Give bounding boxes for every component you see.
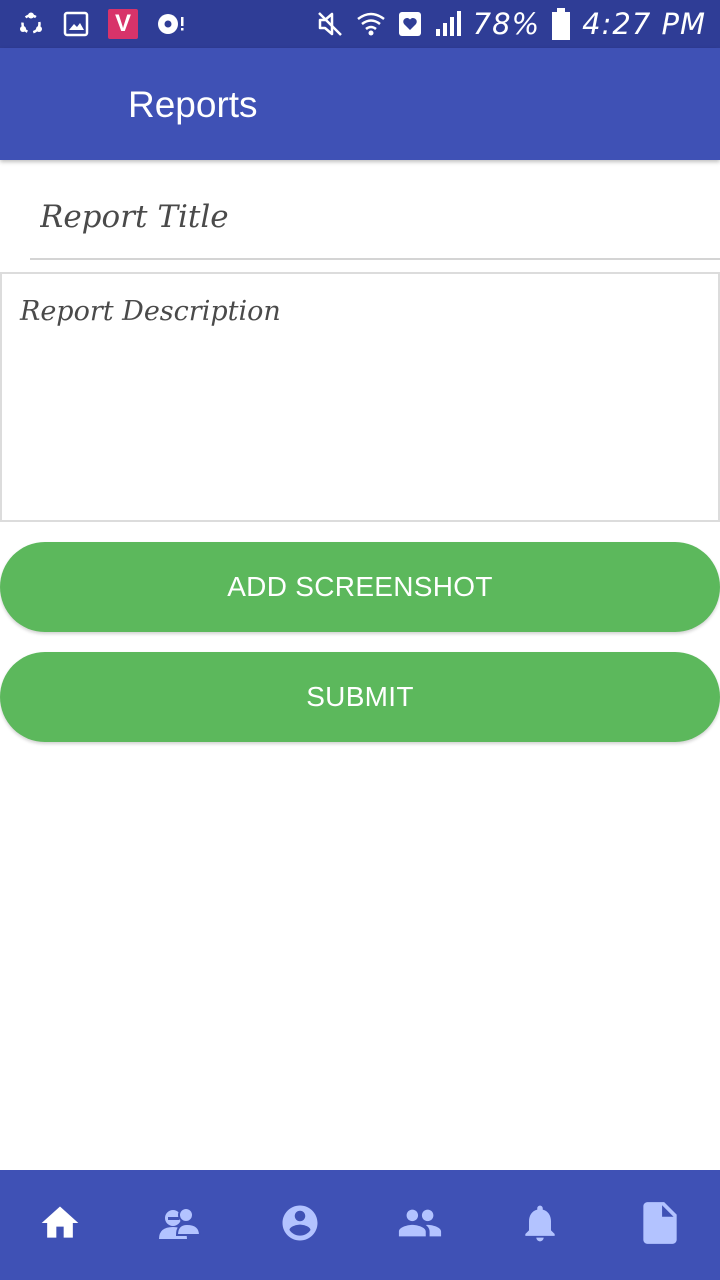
home-icon xyxy=(38,1201,82,1250)
add-screenshot-button[interactable]: ADD SCREENSHOT xyxy=(0,542,720,632)
bell-icon xyxy=(518,1201,562,1250)
media-record-icon xyxy=(156,11,186,37)
nav-item-profile[interactable] xyxy=(250,1175,350,1275)
wifi-icon xyxy=(355,9,387,39)
vidmate-icon: V xyxy=(108,9,138,39)
profile-icon xyxy=(279,1202,321,1249)
share-icon xyxy=(18,11,44,37)
report-description-input[interactable] xyxy=(0,272,720,522)
page-title: Reports xyxy=(128,84,258,125)
nav-item-notifications[interactable] xyxy=(490,1175,590,1275)
nav-item-reports[interactable] xyxy=(610,1175,710,1275)
gallery-icon xyxy=(62,10,90,38)
submit-button[interactable]: SUBMIT xyxy=(0,652,720,742)
signal-icon xyxy=(433,9,463,39)
document-icon xyxy=(635,1197,685,1254)
nav-item-chat-people[interactable] xyxy=(130,1175,230,1275)
clock: 4:27 PM xyxy=(582,7,706,41)
heart-box-icon xyxy=(397,10,423,38)
group-icon xyxy=(397,1200,443,1251)
app-bar: Reports xyxy=(0,48,720,160)
chat-people-icon xyxy=(157,1203,203,1248)
nav-item-group[interactable] xyxy=(370,1175,470,1275)
battery-percent: 78% xyxy=(472,7,541,41)
status-right-icons: 78% 4:27 PM xyxy=(315,4,706,44)
battery-icon xyxy=(550,7,572,41)
report-title-input[interactable] xyxy=(30,176,720,260)
nav-item-home[interactable] xyxy=(10,1175,110,1275)
status-bar: V 78% 4:27 PM xyxy=(0,0,720,48)
bottom-navigation xyxy=(0,1170,720,1280)
status-left-icons: V xyxy=(18,6,186,42)
mute-icon xyxy=(315,9,345,39)
